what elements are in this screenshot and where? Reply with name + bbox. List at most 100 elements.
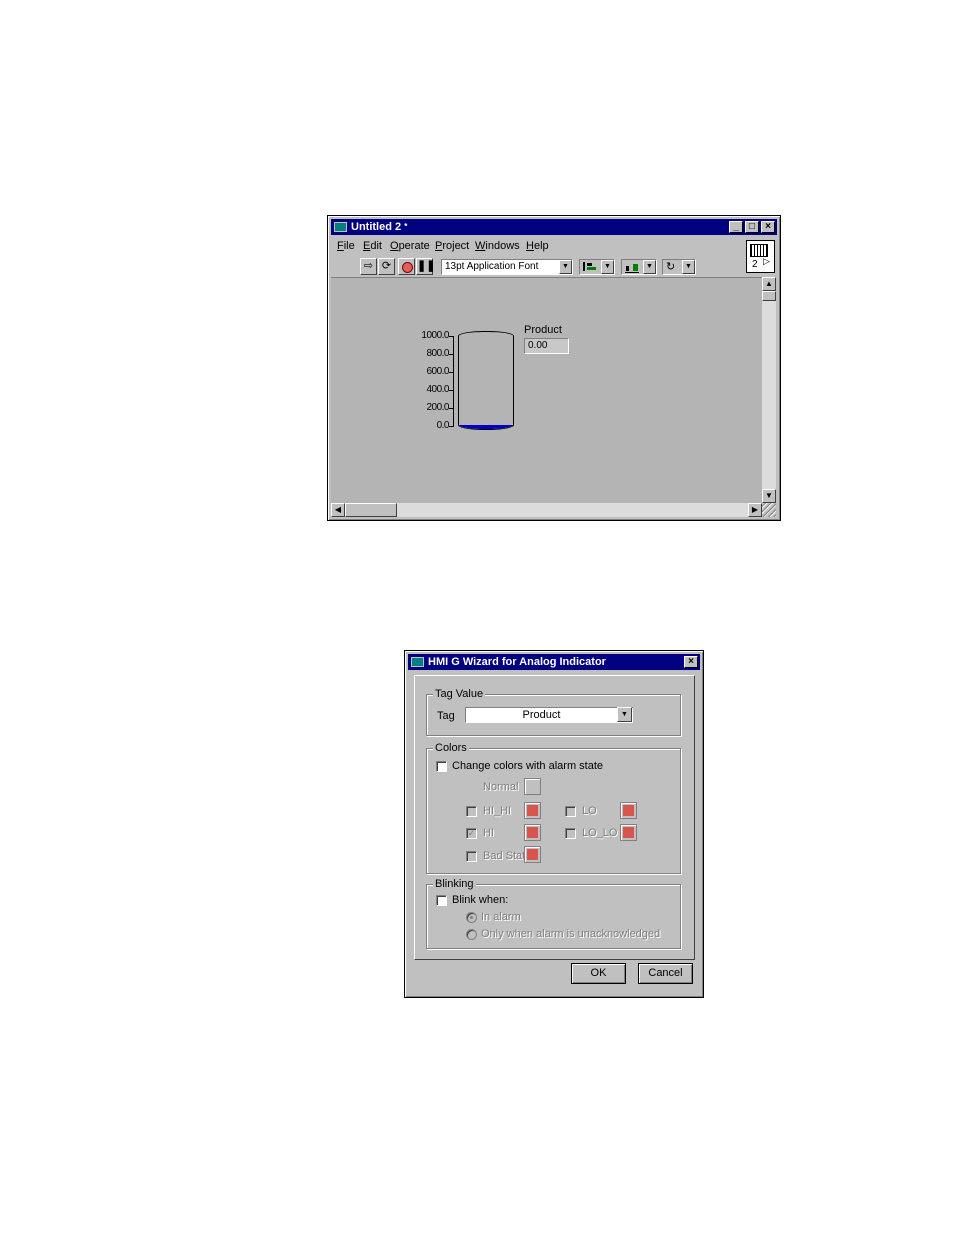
scale-tick xyxy=(449,354,454,355)
hi-hi-color-swatch[interactable] xyxy=(524,802,541,819)
lo-label: LO xyxy=(582,805,597,817)
tank-label: Product xyxy=(524,324,562,336)
abort-button[interactable] xyxy=(398,258,415,275)
lo-lo-color-swatch[interactable] xyxy=(620,824,637,841)
scale-tick-label: 1000.0 xyxy=(421,330,449,341)
chevron-down-icon[interactable]: ▼ xyxy=(682,260,695,274)
blinking-group-label: Blinking xyxy=(433,878,476,890)
scroll-up-button[interactable]: ▲ xyxy=(762,277,776,291)
menu-file[interactable]: File xyxy=(337,240,355,252)
menu-operate[interactable]: Operate xyxy=(390,240,430,252)
pause-button[interactable]: ❚❚ xyxy=(416,258,435,275)
tank-value-display: 0.00 xyxy=(524,338,569,354)
tag-label: Tag xyxy=(437,710,455,722)
menu-edit[interactable]: Edit xyxy=(363,240,382,252)
run-button[interactable]: ⇨ xyxy=(360,258,377,275)
vi-icon[interactable]: 2 ▷ xyxy=(746,240,775,273)
run-continuously-button[interactable]: ⟳ xyxy=(378,258,395,275)
wizard-title-bar[interactable]: HMI G Wizard for Analog Indicator × xyxy=(408,654,700,670)
scale-tick xyxy=(449,390,454,391)
scale-tick-label: 800.0 xyxy=(426,348,449,359)
menu-project[interactable]: Project xyxy=(435,240,469,252)
stop-sign-icon xyxy=(402,262,413,273)
hi-checkbox[interactable]: ✓ xyxy=(466,828,477,839)
scale-tick xyxy=(449,372,454,373)
lo-color-swatch[interactable] xyxy=(620,802,637,819)
distribute-objects-dropdown[interactable]: ▼ xyxy=(621,259,657,275)
colors-group: Colors Change colors with alarm state No… xyxy=(426,742,681,874)
tag-dropdown[interactable]: Product xyxy=(465,707,633,723)
normal-color-swatch xyxy=(524,778,541,795)
scroll-right-button[interactable]: ▶ xyxy=(748,503,762,517)
vertical-scroll-thumb[interactable] xyxy=(762,291,776,301)
colors-group-label: Colors xyxy=(433,742,469,754)
reorder-icon: ↻ xyxy=(666,261,676,273)
chevron-down-icon[interactable]: ▼ xyxy=(601,260,614,274)
vertical-scrollbar[interactable]: ▲ ▼ xyxy=(762,277,776,503)
toolbar: ⇨ ⟳ ❚❚ 13pt Application Font ▼ ▼ ▼ ↻ ▼ xyxy=(360,258,740,276)
lo-lo-label: LO_LO xyxy=(582,827,618,839)
menu-bar: File Edit Operate Project Windows Help xyxy=(337,240,737,254)
scroll-left-button[interactable]: ◀ xyxy=(331,503,345,517)
scale-tick-label: 200.0 xyxy=(426,402,449,413)
resize-grip-icon[interactable] xyxy=(762,503,776,517)
maximize-button[interactable]: □ xyxy=(745,221,759,233)
labview-app-icon xyxy=(411,657,424,667)
wizard-title: HMI G Wizard for Analog Indicator xyxy=(428,656,606,668)
bad-stat-label: Bad Stat xyxy=(483,850,526,862)
font-selector[interactable]: 13pt Application Font ▼ xyxy=(441,259,573,275)
distribute-objects-icon xyxy=(625,263,639,273)
menu-windows[interactable]: Windows xyxy=(475,240,520,252)
close-button[interactable]: × xyxy=(684,656,698,668)
scale-tick-label: 0.0 xyxy=(436,420,450,431)
chevron-down-icon[interactable]: ▼ xyxy=(617,707,632,722)
lo-checkbox[interactable] xyxy=(565,806,576,817)
close-button[interactable]: × xyxy=(761,221,775,233)
tank-scale: 1000.0 800.0 600.0 400.0 200.0 0.0 xyxy=(413,330,457,431)
vi-icon-number: 2 xyxy=(752,259,758,270)
blink-when-label[interactable]: Blink when: xyxy=(452,894,508,906)
tag-value-group: Tag Value Tag Product ▼ xyxy=(426,688,681,736)
change-colors-checkbox[interactable] xyxy=(436,761,447,772)
ok-button[interactable]: OK xyxy=(571,963,626,984)
scale-tick xyxy=(449,336,454,337)
scale-tick xyxy=(449,408,454,409)
bad-stat-color-swatch[interactable] xyxy=(524,846,541,863)
in-alarm-radio[interactable] xyxy=(466,912,477,923)
tag-dropdown-value: Product xyxy=(522,709,561,721)
font-selector-value: 13pt Application Font xyxy=(445,261,539,272)
blink-when-checkbox[interactable] xyxy=(436,895,447,906)
front-panel[interactable]: 1000.0 800.0 600.0 400.0 200.0 0.0 Produ… xyxy=(331,277,762,504)
tank-value: 0.00 xyxy=(528,340,548,351)
normal-label: Normal xyxy=(483,781,519,793)
vi-icon-arrow: ▷ xyxy=(763,256,770,266)
align-objects-icon xyxy=(583,262,599,271)
bad-stat-checkbox[interactable] xyxy=(466,851,477,862)
chevron-down-icon[interactable]: ▼ xyxy=(559,260,572,274)
align-objects-dropdown[interactable]: ▼ xyxy=(579,259,615,275)
menu-help[interactable]: Help xyxy=(526,240,549,252)
horizontal-scroll-thumb[interactable] xyxy=(345,503,397,517)
hi-hi-checkbox[interactable] xyxy=(466,806,477,817)
hi-label: HI xyxy=(483,827,494,839)
vi-title-bar[interactable]: Untitled 2 * _ □ × xyxy=(331,219,777,235)
change-colors-label[interactable]: Change colors with alarm state xyxy=(452,760,603,772)
minimize-button[interactable]: _ xyxy=(729,221,743,233)
scale-axis xyxy=(453,336,454,427)
modified-marker: * xyxy=(404,222,408,231)
vi-title: Untitled 2 xyxy=(351,221,402,233)
scale-tick-label: 400.0 xyxy=(426,384,449,395)
hi-hi-label: HI_HI xyxy=(483,805,512,817)
tank-indicator[interactable] xyxy=(458,331,514,430)
horizontal-scrollbar[interactable]: ◀ ▶ xyxy=(331,503,762,517)
cancel-button[interactable]: Cancel xyxy=(638,963,693,984)
chevron-down-icon[interactable]: ▼ xyxy=(643,260,656,274)
scroll-down-button[interactable]: ▼ xyxy=(762,489,776,503)
hi-color-swatch[interactable] xyxy=(524,824,541,841)
blinking-group: Blinking Blink when: In alarm Only when … xyxy=(426,878,681,949)
tank-level-fill xyxy=(459,425,513,429)
lo-lo-checkbox[interactable] xyxy=(565,828,576,839)
scale-tick-label: 600.0 xyxy=(426,366,449,377)
unacknowledged-radio[interactable] xyxy=(466,929,477,940)
reorder-dropdown[interactable]: ↻ ▼ xyxy=(662,259,696,275)
